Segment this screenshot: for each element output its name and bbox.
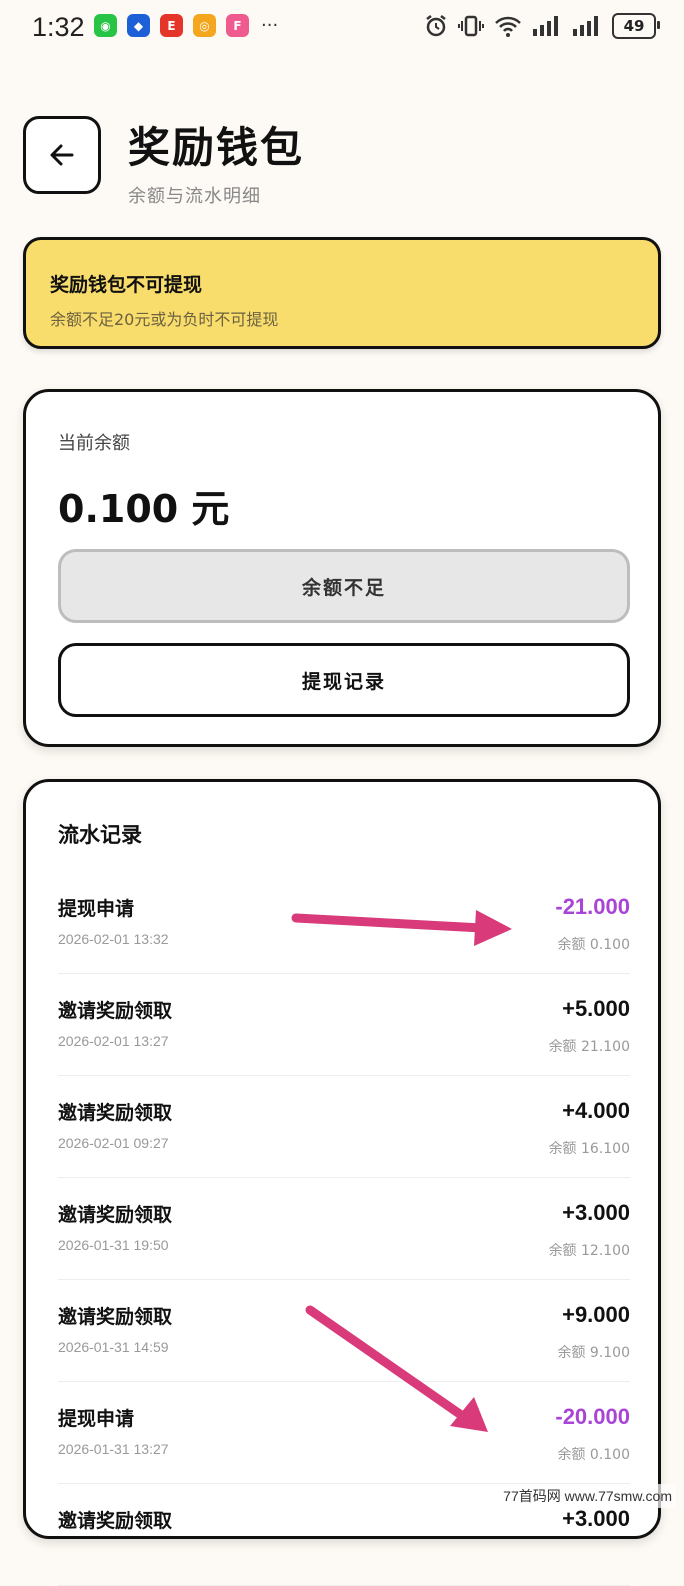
transaction-title: 邀请奖励领取 <box>58 1000 173 1022</box>
transaction-title: 邀请奖励领取 <box>58 1102 173 1124</box>
transaction-amount: +5.000 <box>562 996 630 1021</box>
transaction-amount: +3.000 <box>562 1506 630 1531</box>
transaction-row[interactable]: 提现申请 2026-01-31 13:27 -20.000 余额 0.100 <box>58 1382 630 1484</box>
transaction-date: 2026-01-31 13:27 <box>58 1441 169 1457</box>
transaction-date: 2026-01-31 19:50 <box>58 1237 169 1253</box>
status-time: 1:32 <box>32 12 85 42</box>
page-title: 奖励钱包 <box>128 123 305 172</box>
notice-title: 奖励钱包不可提现 <box>50 274 203 296</box>
page-subtitle: 余额与流水明细 <box>128 186 261 207</box>
battery-icon: 49 <box>612 13 660 39</box>
vibrate-icon <box>458 15 484 37</box>
weibo-icon: ◎ <box>193 14 216 37</box>
transaction-title: 提现申请 <box>58 898 135 920</box>
transaction-date: 2026-01-31 14:59 <box>58 1339 169 1355</box>
app-blue-icon: ◆ <box>127 14 150 37</box>
transaction-title: 邀请奖励领取 <box>58 1510 173 1532</box>
transaction-amount: +9.000 <box>562 1302 630 1327</box>
wifi-icon <box>495 16 521 37</box>
transaction-amount: +3.000 <box>562 1200 630 1225</box>
transaction-balance: 余额 0.100 <box>557 1447 630 1463</box>
alarm-icon <box>426 15 446 37</box>
balance-card: 当前余额 0.100 元 余额不足 提现记录 <box>23 389 661 747</box>
status-bar: 1:32 ◉ ◆ E ◎ F ··· 49 <box>0 0 684 56</box>
transaction-list: 提现申请 2026-02-01 13:32 -21.000 余额 0.100 邀… <box>58 872 630 1586</box>
signal-icon-2 <box>573 16 598 36</box>
transaction-balance: 余额 12.100 <box>548 1243 630 1259</box>
notification-app-icons: ◉ ◆ E ◎ F ··· <box>94 14 278 37</box>
transaction-row[interactable]: 邀请奖励领取 2026-01-31 14:59 +9.000 余额 9.100 <box>58 1280 630 1382</box>
balance-label: 当前余额 <box>58 433 130 454</box>
system-status-icons: 49 <box>424 13 660 39</box>
transaction-row[interactable]: 提现申请 2026-02-01 13:32 -21.000 余额 0.100 <box>58 872 630 974</box>
transaction-amount: +4.000 <box>562 1098 630 1123</box>
balance-amount: 0.100 元 <box>58 487 230 531</box>
wechat-icon: ◉ <box>94 14 117 37</box>
signal-icon <box>533 16 558 36</box>
transaction-row[interactable]: 邀请奖励领取 2026-02-01 09:27 +4.000 余额 16.100 <box>58 1076 630 1178</box>
transaction-balance: 余额 9.100 <box>557 1345 630 1361</box>
transaction-balance: 余额 16.100 <box>548 1141 630 1157</box>
insufficient-balance-button[interactable]: 余额不足 <box>58 549 630 623</box>
transaction-date: 2026-02-01 13:32 <box>58 931 169 947</box>
transaction-card: 流水记录 提现申请 2026-02-01 13:32 -21.000 余额 0.… <box>23 779 661 1586</box>
transaction-date: 2026-02-01 13:27 <box>58 1033 169 1049</box>
notice-description: 余额不足20元或为负时不可提现 <box>50 310 279 329</box>
transaction-balance: 余额 21.100 <box>548 1039 630 1055</box>
watermark: 77首码网 www.77smw.com <box>499 1484 676 1508</box>
withdraw-records-button[interactable]: 提现记录 <box>58 643 630 717</box>
app-colorful-icon: F <box>226 14 249 37</box>
more-notifications-icon: ··· <box>261 15 279 36</box>
transaction-row[interactable]: 邀请奖励领取 2026-01-31 19:50 +3.000 余额 12.100 <box>58 1178 630 1280</box>
transaction-balance: 余额 0.100 <box>557 937 630 953</box>
earn-icon: E <box>160 14 183 37</box>
transaction-title: 提现申请 <box>58 1408 135 1430</box>
transaction-amount: -21.000 <box>555 894 630 919</box>
withdraw-notice: 奖励钱包不可提现 余额不足20元或为负时不可提现 <box>23 237 661 349</box>
transaction-section-title: 流水记录 <box>58 823 142 847</box>
transaction-amount: -20.000 <box>555 1404 630 1429</box>
arrow-left-icon <box>50 144 74 166</box>
transaction-title: 邀请奖励领取 <box>58 1306 173 1328</box>
transaction-row[interactable]: 邀请奖励领取 2026-02-01 13:27 +5.000 余额 21.100 <box>58 974 630 1076</box>
transaction-date: 2026-02-01 09:27 <box>58 1135 169 1151</box>
transaction-title: 邀请奖励领取 <box>58 1204 173 1226</box>
back-button[interactable] <box>23 116 101 194</box>
